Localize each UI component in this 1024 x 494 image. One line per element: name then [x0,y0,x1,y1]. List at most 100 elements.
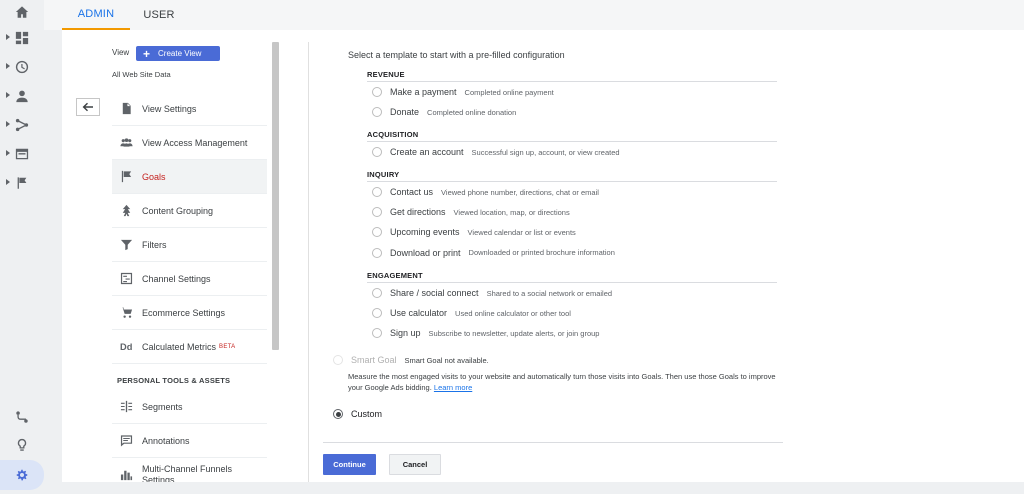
goal-option-desc: Viewed calendar or list or events [467,227,576,237]
admin-panel: View + Create View All Web Site Data Vie… [62,30,1024,482]
goal-option-name: Create an account [390,147,464,158]
goal-option-name: Upcoming events [390,227,460,238]
goal-option-donate[interactable]: Donate Completed online donation [367,102,777,122]
filter-icon [119,238,133,252]
radio-button[interactable] [372,328,382,339]
menu-item-filters[interactable]: Filters [112,228,267,262]
goal-option-desc: Subscribe to newsletter, update alerts, … [428,328,600,338]
goal-option-download-or-print[interactable]: Download or print Downloaded or printed … [367,243,777,263]
conversions-button[interactable] [0,171,44,195]
expand-caret-icon [6,121,10,127]
goal-option-upcoming-events[interactable]: Upcoming events Viewed calendar or list … [367,222,777,242]
goal-option-use-calculator[interactable]: Use calculator Used online calculator or… [367,303,777,323]
menu-item-annotations[interactable]: Annotations [112,424,267,458]
menu-item-label: View Settings [142,103,197,114]
content-grouping-icon [119,204,133,218]
customization-button[interactable] [0,26,44,50]
menu-scrollbar[interactable] [272,42,279,350]
left-nav-rail [0,0,44,494]
goal-group-title: ACQUISITION [367,130,777,142]
acquisition-button[interactable] [0,113,44,137]
view-settings-menu: View Settings View Access Management Goa… [112,92,267,482]
behavior-icon [15,148,29,160]
continue-button[interactable]: Continue [323,454,376,475]
create-view-button[interactable]: + Create View [136,46,220,61]
menu-item-channel-settings[interactable]: Channel Settings [112,262,267,296]
route-icon [16,411,28,423]
radio-button[interactable] [372,308,382,319]
back-button[interactable] [76,98,100,116]
radio-button[interactable] [372,247,382,258]
goal-option-name: Make a payment [390,87,457,98]
svg-text:Dd: Dd [120,342,133,352]
flag-icon [119,170,133,184]
actions-divider [323,442,783,443]
radio-button[interactable] [372,288,382,299]
goal-option-share-social-connect[interactable]: Share / social connect Shared to a socia… [367,283,777,303]
menu-item-view-settings[interactable]: View Settings [112,92,267,126]
realtime-button[interactable] [0,55,44,79]
goal-option-name: Use calculator [390,308,448,319]
menu-item-view-access-management[interactable]: View Access Management [112,126,267,160]
goal-option-desc: Successful sign up, account, or view cre… [471,147,620,157]
cancel-button[interactable]: Cancel [389,454,441,475]
goal-option-create-an-account[interactable]: Create an account Successful sign up, ac… [367,142,777,162]
audience-button[interactable] [0,84,44,108]
cart-icon [119,306,133,320]
goal-option-desc: Viewed phone number, directions, chat or… [441,187,599,197]
dashboards-icon [15,31,29,45]
menu-item-mcf-settings[interactable]: Multi-Channel Funnels Settings [112,458,267,482]
goal-option-name: Get directions [390,207,446,218]
learn-more-link[interactable]: Learn more [434,383,472,392]
home-button[interactable] [0,0,44,24]
document-icon [119,102,133,116]
goal-option-name: Donate [390,107,420,118]
discover-button[interactable] [0,433,44,457]
tab-admin[interactable]: ADMIN [62,0,130,30]
radio-button[interactable] [372,107,382,118]
smart-goal-name: Smart Goal [351,355,397,365]
goal-option-desc: Shared to a social network or emailed [486,288,613,298]
plus-icon: + [143,46,151,61]
goal-option-get-directions[interactable]: Get directions Viewed location, map, or … [367,202,777,222]
behavior-button[interactable] [0,142,44,166]
goal-option-desc: Completed online donation [427,107,517,117]
beta-badge: BETA [219,343,236,350]
radio-button[interactable] [372,207,382,218]
menu-item-ecommerce-settings[interactable]: Ecommerce Settings [112,296,267,330]
person-icon [16,90,28,103]
goal-group-acquisition: ACQUISITION Create an account Successful… [367,130,777,162]
arrow-left-icon [82,102,93,112]
smart-goal-option: Smart Goal Smart Goal not available. [333,355,489,365]
radio-button-disabled [333,355,343,365]
smart-goal-status: Smart Goal not available. [404,355,489,365]
tab-user[interactable]: USER [134,0,184,30]
menu-item-calculated-metrics[interactable]: Dd Calculated Metrics BETA [112,330,267,364]
expand-caret-icon [6,92,10,98]
admin-button[interactable] [0,460,44,490]
radio-button[interactable] [372,87,382,98]
radio-button[interactable] [372,187,382,198]
radio-button[interactable] [372,147,382,158]
goal-option-sign-up[interactable]: Sign up Subscribe to newsletter, update … [367,323,777,343]
attribution-button[interactable] [0,405,44,429]
menu-item-label: Filters [142,239,167,250]
menu-item-goals[interactable]: Goals [112,160,267,194]
goal-option-name: Share / social connect [390,288,479,299]
menu-item-label: Multi-Channel Funnels Settings [142,463,233,483]
goal-option-make-a-payment[interactable]: Make a payment Completed online payment [367,82,777,102]
goal-option-desc: Downloaded or printed brochure informati… [468,248,615,258]
radio-button-selected[interactable] [333,409,343,419]
menu-item-segments[interactable]: Segments [112,390,267,424]
lightbulb-icon [17,438,27,451]
clock-icon [15,60,29,74]
goal-group-title: REVENUE [367,70,777,82]
radio-button[interactable] [372,227,382,238]
menu-item-content-grouping[interactable]: Content Grouping [112,194,267,228]
goal-group-title: INQUIRY [367,170,777,182]
goal-option-contact-us[interactable]: Contact us Viewed phone number, directio… [367,182,777,202]
expand-caret-icon [6,34,10,40]
menu-item-label: Goals [142,171,166,182]
view-selector[interactable]: All Web Site Data [112,70,171,79]
goal-option-custom[interactable]: Custom [333,409,382,419]
